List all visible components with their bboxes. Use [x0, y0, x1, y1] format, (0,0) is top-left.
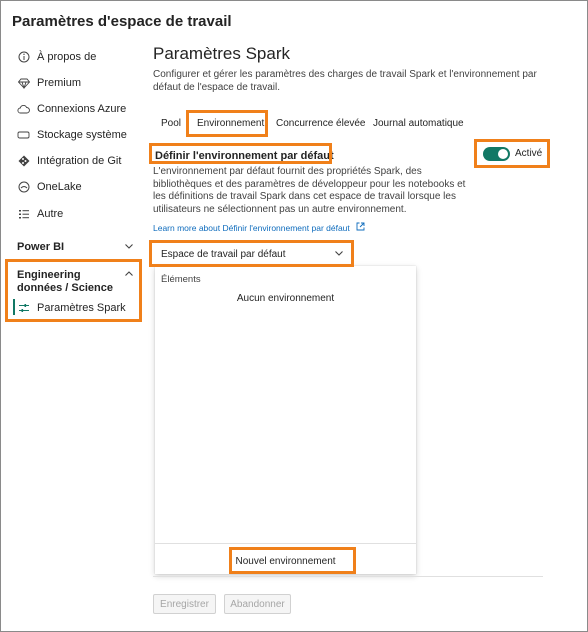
popup-empty-message: Aucun environnement: [236, 293, 335, 304]
sidebar-item-label: Connexions Azure: [37, 103, 127, 115]
info-icon: [17, 51, 30, 64]
sidebar-item-label: Autre: [37, 208, 64, 220]
sidebar-item-azure-connections[interactable]: Connexions Azure: [17, 99, 126, 119]
sidebar-item-label: Stockage système: [37, 129, 127, 141]
dropdown-value: Espace de travail par défaut: [161, 248, 286, 260]
tab-environment[interactable]: Environnement: [197, 118, 264, 129]
footer-divider: [153, 576, 543, 577]
learn-more-label: Learn more about Définir l'environnement…: [153, 222, 350, 233]
window-title: Paramètres d'espace de travail: [12, 13, 232, 30]
section-title: Définir l'environnement par défaut: [155, 150, 334, 162]
tab-high-concurrency[interactable]: Concurrence élevée: [276, 118, 366, 129]
page-title: Paramètres Spark: [153, 44, 290, 63]
sidebar-section-engineering[interactable]: Engineering données / Science: [17, 269, 117, 295]
storage-icon: [17, 129, 30, 142]
sidebar-item-label: À propos de: [37, 51, 97, 63]
tab-autolog[interactable]: Journal automatique: [373, 118, 464, 129]
diamond-icon: [17, 77, 30, 90]
sidebar-item-label: OneLake: [37, 181, 82, 193]
sidebar-item-system-storage[interactable]: Stockage système: [17, 125, 127, 145]
list-icon: [17, 208, 30, 221]
default-environment-toggle[interactable]: [483, 147, 510, 161]
popup-divider: [155, 543, 416, 544]
git-icon: [17, 155, 30, 168]
sidebar-item-git-integration[interactable]: Intégration de Git: [17, 151, 121, 171]
sidebar-item-onelake[interactable]: OneLake: [17, 177, 82, 197]
onelake-icon: [17, 181, 30, 194]
sidebar-section-label: Power BI: [17, 241, 65, 253]
sidebar-item-premium[interactable]: Premium: [17, 73, 81, 93]
sidebar-item-spark-settings[interactable]: Paramètres Spark: [17, 298, 126, 318]
sidebar-item-about[interactable]: À propos de: [17, 47, 96, 67]
sidebar-item-label: Paramètres Spark: [37, 302, 126, 314]
page-description: Configurer et gérer les paramètres des c…: [153, 69, 537, 93]
external-link-icon: [356, 222, 365, 233]
tab-pool[interactable]: Pool: [161, 118, 181, 129]
cloud-icon: [17, 103, 30, 116]
toggle-label: Activé: [515, 148, 543, 159]
sidebar-item-label: Intégration de Git: [37, 155, 122, 167]
new-environment-button[interactable]: Nouvel environnement: [155, 556, 416, 567]
save-button[interactable]: Enregistrer: [153, 594, 216, 614]
chevron-down-icon[interactable]: [124, 241, 134, 254]
discard-button[interactable]: Abandonner: [224, 594, 291, 614]
sidebar-selection-indicator: [13, 299, 15, 315]
learn-more-link[interactable]: Learn more about Définir l'environnement…: [153, 222, 365, 233]
sidebar-section-label: Engineering données / Science: [17, 269, 113, 294]
environment-dropdown[interactable]: Espace de travail par défaut: [155, 244, 350, 265]
sidebar-section-power-bi[interactable]: Power BI: [17, 241, 137, 253]
section-description: L'environnement par défaut fournit des p…: [153, 166, 466, 215]
chevron-up-icon[interactable]: [124, 269, 134, 282]
sliders-icon: [17, 302, 30, 315]
environment-popup: Éléments Aucun environnement Nouvel envi…: [155, 266, 416, 574]
sidebar-item-other[interactable]: Autre: [17, 204, 63, 224]
tab-selected-indicator: [198, 134, 260, 136]
popup-header: Éléments: [161, 274, 201, 285]
toggle-knob: [498, 149, 508, 159]
chevron-down-icon: [334, 248, 344, 261]
sidebar-item-label: Premium: [37, 77, 82, 89]
